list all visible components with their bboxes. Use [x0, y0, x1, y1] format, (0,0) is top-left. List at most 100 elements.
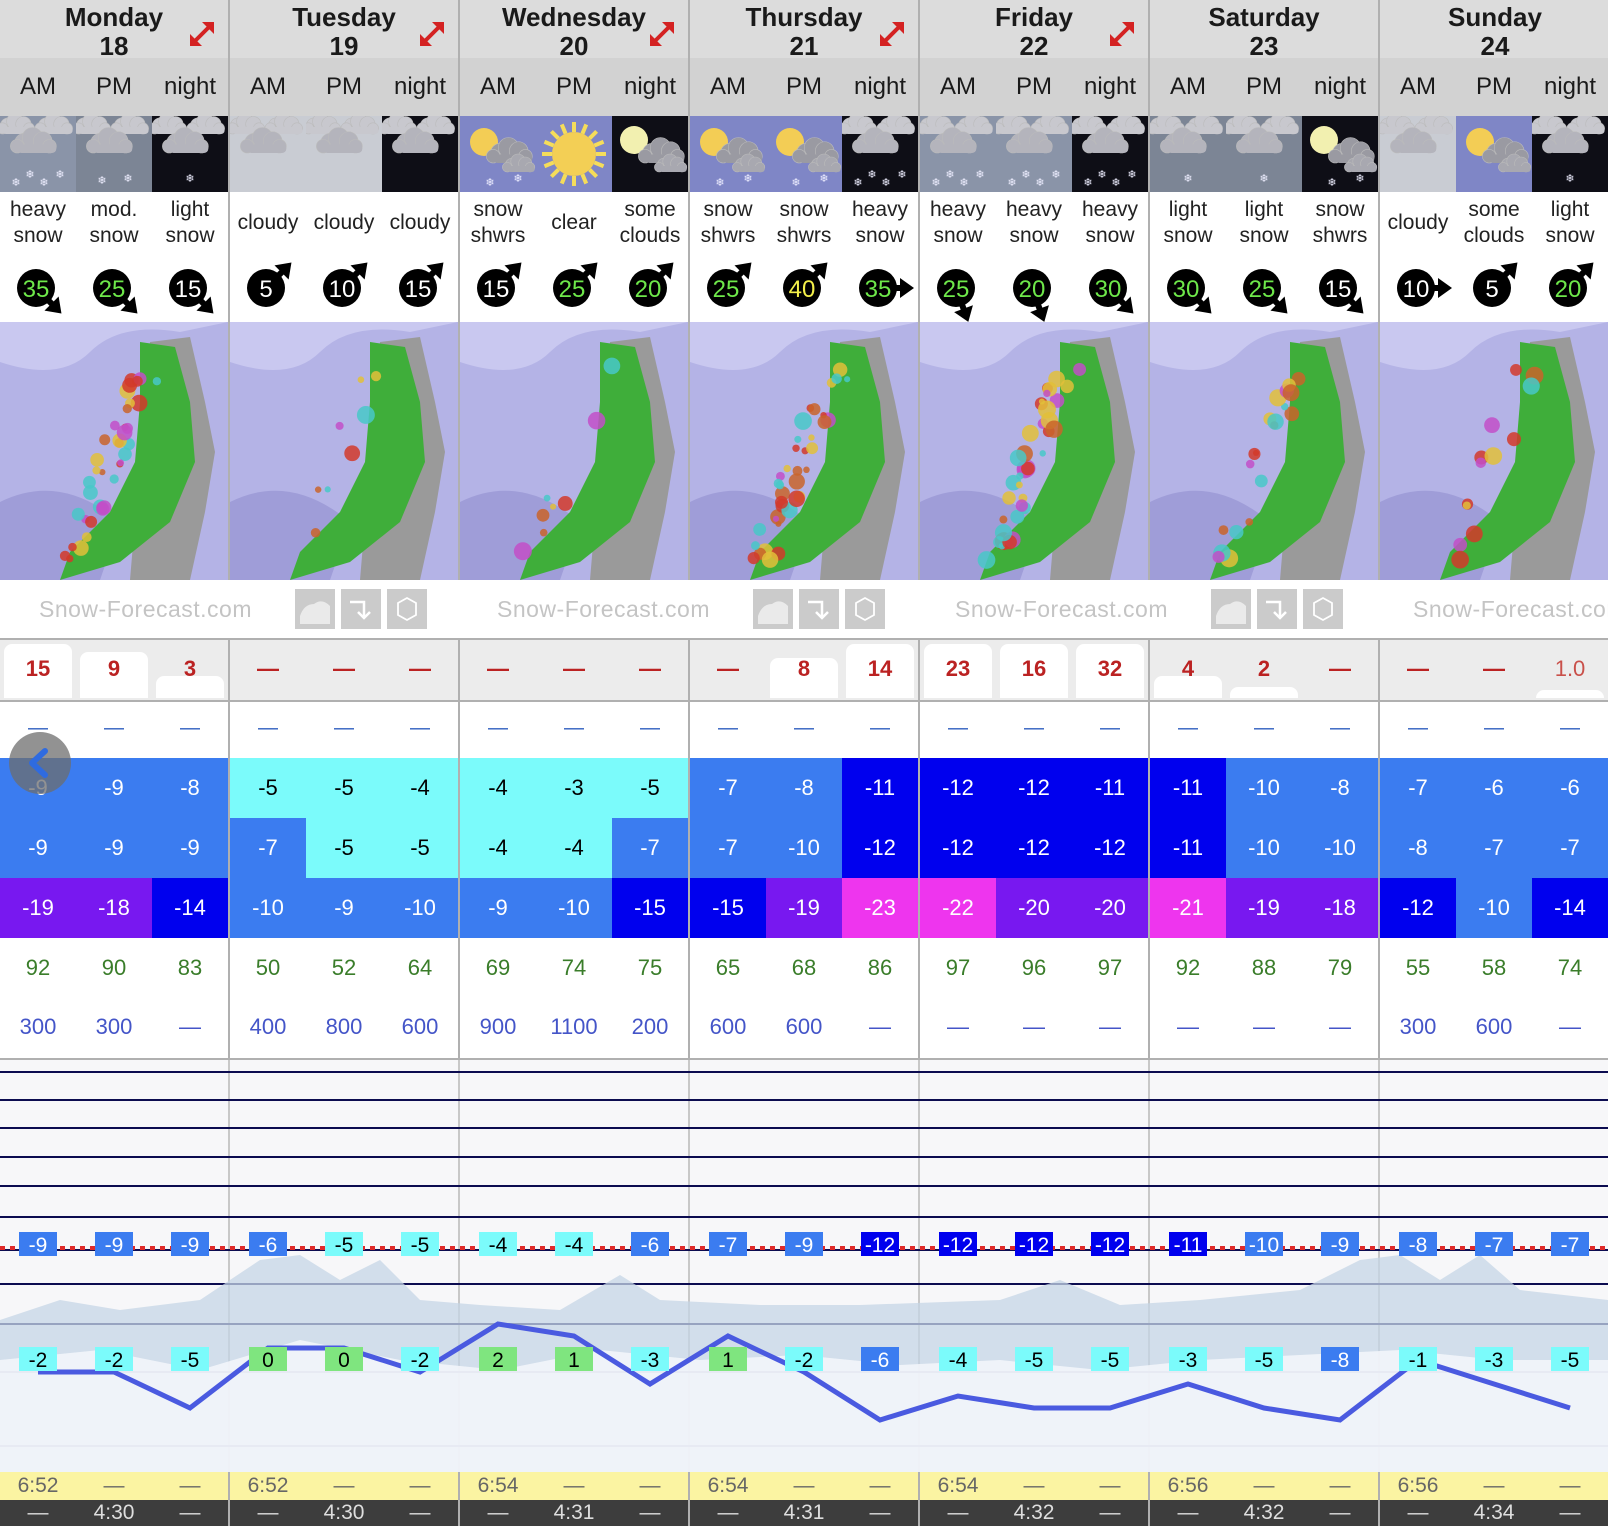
weather-summary: heavy snow: [996, 192, 1072, 254]
wind-indicator: 25: [690, 254, 766, 322]
temp-label-text: -1: [1409, 1349, 1428, 1372]
snowflake-icon: ❄: [715, 177, 724, 189]
temp-label-text: -3: [1179, 1349, 1198, 1372]
summary-line: shwrs: [776, 224, 832, 247]
scroll-back-button[interactable]: [9, 732, 71, 794]
temp-label-text: -9: [1331, 1234, 1350, 1257]
some-clouds-night-icon: [612, 116, 688, 192]
day-column: -22 -20 -20: [920, 878, 1150, 938]
cloud-layer-icon[interactable]: [295, 589, 335, 629]
cloud-layer-icon[interactable]: [1211, 589, 1251, 629]
temperature-chart-svg: -9 -2 -9 -2 -9 -5 -6 0 -5 0 -5 -2 -4 2 -4 1 -6 -3 -7 1 -9 -2 -…: [0, 1060, 1608, 1480]
day-column: — — —: [920, 698, 1150, 758]
snowflake-icon: ❄: [1183, 173, 1192, 185]
day-header: Tuesday 19: [230, 0, 460, 60]
wind-chill: -15: [612, 878, 688, 938]
snowflake-layer-icon[interactable]: [387, 589, 427, 629]
freezing-level: —: [1177, 1014, 1199, 1039]
wind-indicator: 30: [1072, 254, 1148, 322]
freezing-level: —: [1253, 1014, 1275, 1039]
expand-icon[interactable]: [874, 16, 910, 52]
day-column: -19 -18 -14: [0, 878, 230, 938]
rain-amount: —: [104, 716, 124, 739]
snow-depth-icon[interactable]: [799, 589, 839, 629]
day-column: 97 96 97: [920, 938, 1150, 998]
wind-speed: 10: [329, 276, 356, 303]
snowflake-icon: ❄: [819, 173, 828, 185]
snow-depth-icon[interactable]: [1257, 589, 1297, 629]
sunset-time: 4:32: [1013, 1501, 1055, 1524]
day-column: ❄ ❄ ❄ ❄ ❄ ❄ ❄ ❄ ❄ ❄ ❄ ❄: [920, 116, 1150, 192]
sunrise-time: —: [869, 1474, 891, 1497]
cloud-layer-icon[interactable]: [753, 589, 793, 629]
snow-amount-value: 32: [1097, 656, 1123, 681]
day-column: -7 -6 -6: [1380, 758, 1608, 818]
snowflake-icon: ❄: [945, 169, 954, 181]
day-column: — — —: [230, 698, 460, 758]
sunset-time: 4:32: [1243, 1501, 1285, 1524]
temp-label-text: -4: [565, 1234, 584, 1257]
humidity-value: 88: [1251, 955, 1277, 980]
rain-amount: —: [334, 716, 354, 739]
day-column: AM PM night: [230, 58, 460, 116]
snow-bar: [1536, 689, 1604, 698]
day-column: [230, 116, 460, 192]
snowflake-layer-icon[interactable]: [1303, 589, 1343, 629]
expand-icon[interactable]: [184, 16, 220, 52]
rain-amount: —: [258, 716, 278, 739]
expand-icon[interactable]: [1104, 16, 1140, 52]
max-temp: -7: [1380, 758, 1456, 818]
snow-showers-icon: ❄ ❄: [690, 116, 766, 192]
summary-line: light: [1244, 198, 1284, 221]
min-temp: -5: [382, 818, 458, 878]
snow-amount-value: 2: [1257, 656, 1271, 681]
weather-summary: heavy snow: [920, 192, 996, 254]
temp-label-text: -8: [1331, 1349, 1350, 1372]
summary-line: mod.: [90, 198, 138, 221]
wind-chill: -23: [842, 878, 918, 938]
weather-summary: cloudy: [1380, 192, 1456, 254]
snowflake-icon: ❄: [853, 177, 862, 189]
temp-label: -12: [1015, 1232, 1053, 1257]
snowflake-icon: ❄: [513, 173, 522, 185]
wind-chill: -10: [230, 878, 306, 938]
wind-indicator: 25: [536, 254, 612, 322]
day-column: 6:56 — —: [1380, 1472, 1608, 1500]
temp-label-text: -12: [1019, 1234, 1049, 1257]
day-date: 20: [559, 31, 589, 61]
snow-depth-icon[interactable]: [341, 589, 381, 629]
max-temp: -8: [766, 758, 842, 818]
snow-amount-value: 15: [25, 656, 51, 681]
day-column: -11 -10 -8: [1150, 758, 1380, 818]
wind-speed: 5: [1485, 276, 1498, 303]
expand-icon[interactable]: [644, 16, 680, 52]
sunrise-time: —: [639, 1474, 661, 1497]
temp-label-text: -7: [1485, 1234, 1504, 1257]
temp-label: -6: [249, 1232, 287, 1257]
expand-icon[interactable]: [414, 16, 450, 52]
snow-map: [0, 322, 230, 580]
wind-arrow-icon: 15: [477, 262, 522, 307]
wind-speed: 25: [99, 276, 126, 303]
brand-strip: Snow-Forecast.com: [1374, 580, 1608, 638]
temp-label-text: 1: [568, 1349, 580, 1372]
temp-label: -7: [709, 1232, 747, 1257]
min-temp: -9: [152, 818, 228, 878]
temp-label-text: -3: [1485, 1349, 1504, 1372]
freezing-level: —: [1023, 1014, 1045, 1039]
japan-snow-map: [690, 322, 918, 580]
summary-line: cloudy: [313, 211, 375, 234]
wind-chill: -19: [0, 878, 76, 938]
temp-label-text: -12: [865, 1234, 895, 1257]
heavy-snow-icon: ❄ ❄ ❄ ❄: [996, 116, 1072, 192]
snowflake-layer-icon[interactable]: [845, 589, 885, 629]
weather-summary: light snow: [152, 192, 228, 254]
wind-speed: 15: [405, 276, 432, 303]
snowflake-icon: ❄: [11, 177, 20, 189]
summary-line: snow: [933, 224, 983, 247]
wind-arrow-icon: 15: [1319, 269, 1364, 314]
snowflake-icon: ❄: [975, 169, 984, 181]
day-date: 24: [1480, 31, 1510, 61]
sunset-time: —: [257, 1501, 279, 1524]
temp-label: -5: [1015, 1347, 1053, 1372]
